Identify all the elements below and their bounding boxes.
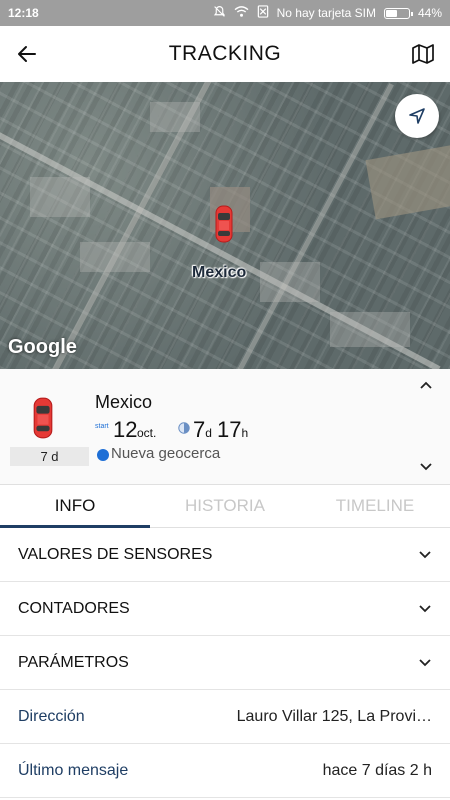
car-icon bbox=[33, 397, 53, 439]
map-building bbox=[30, 177, 90, 217]
geofence-label: Nueva geocerca bbox=[111, 445, 221, 462]
status-bar: 12:18 No hay tarjeta SIM 44% bbox=[0, 0, 450, 26]
map-view[interactable]: Mexico Google bbox=[0, 82, 450, 369]
duration-hours-unit: h bbox=[241, 426, 249, 440]
battery-percent: 44% bbox=[417, 6, 442, 20]
detail-last-message: Último mensaje hace 7 días 2 h bbox=[0, 744, 450, 798]
section-label: PARÁMETROS bbox=[18, 653, 129, 671]
detail-address: Dirección Lauro Villar 125, La Provi… bbox=[0, 690, 450, 744]
map-field bbox=[365, 144, 450, 220]
collapse-button[interactable] bbox=[416, 375, 436, 395]
chevron-down-icon bbox=[418, 602, 432, 616]
section-counters[interactable]: CONTADORES bbox=[0, 582, 450, 636]
section-label: CONTADORES bbox=[18, 599, 130, 617]
google-logo: Google bbox=[8, 336, 77, 358]
chevron-down-icon bbox=[420, 463, 432, 471]
battery-icon bbox=[383, 7, 413, 19]
duration-clock-icon bbox=[178, 422, 190, 434]
duration-hours-value: 17 bbox=[217, 417, 242, 442]
geofence-dot-icon bbox=[97, 449, 109, 461]
section-parameters[interactable]: PARÁMETROS bbox=[0, 636, 450, 690]
status-time: 12:18 bbox=[8, 6, 39, 20]
map-building bbox=[330, 312, 410, 347]
vehicle-summary-card[interactable]: 7 d Mexico start 12 oct. 7d 17h Nueva ge… bbox=[0, 369, 450, 485]
chevron-down-icon bbox=[418, 548, 432, 562]
tab-bar: INFO HISTORIA TIMELINE bbox=[0, 486, 450, 528]
duration-days-unit: d bbox=[205, 426, 212, 440]
tab-info[interactable]: INFO bbox=[0, 486, 150, 528]
page-title: TRACKING bbox=[168, 42, 282, 65]
map-building bbox=[80, 242, 150, 272]
mute-icon bbox=[213, 5, 226, 21]
section-sensor-values[interactable]: VALORES DE SENSORES bbox=[0, 528, 450, 582]
section-label: VALORES DE SENSORES bbox=[18, 545, 213, 563]
chevron-down-icon bbox=[418, 656, 432, 670]
map-building bbox=[150, 102, 200, 132]
duration-days: 7d bbox=[193, 417, 212, 443]
start-label: start bbox=[95, 423, 109, 430]
no-sim-icon bbox=[257, 5, 269, 21]
sim-status-text: No hay tarjeta SIM bbox=[276, 6, 376, 20]
app-header: TRACKING bbox=[0, 26, 450, 82]
status-icons: No hay tarjeta SIM 44% bbox=[213, 5, 442, 21]
start-day: 12 bbox=[113, 417, 138, 442]
detail-value: Lauro Villar 125, La Provi… bbox=[236, 707, 432, 725]
wifi-icon bbox=[234, 5, 249, 21]
tab-historia[interactable]: HISTORIA bbox=[150, 486, 300, 527]
car-marker-icon[interactable] bbox=[214, 204, 234, 244]
vehicle-name: Mexico bbox=[95, 392, 153, 412]
navigation-arrow-icon bbox=[409, 108, 425, 124]
map-icon bbox=[412, 44, 434, 64]
my-location-button[interactable] bbox=[395, 94, 439, 138]
tab-timeline[interactable]: TIMELINE bbox=[300, 486, 450, 527]
map-place-label: Mexico bbox=[192, 264, 247, 281]
detail-key: Dirección bbox=[18, 707, 85, 725]
arrow-left-icon bbox=[18, 46, 36, 62]
map-building bbox=[260, 262, 320, 302]
detail-value: hace 7 días 2 h bbox=[322, 761, 432, 779]
duration-hours: 17h bbox=[217, 417, 248, 443]
expand-button[interactable] bbox=[416, 457, 436, 477]
back-button[interactable] bbox=[0, 26, 54, 82]
age-badge: 7 d bbox=[10, 447, 89, 466]
start-month: oct. bbox=[137, 426, 157, 440]
detail-key: Último mensaje bbox=[18, 761, 129, 779]
chevron-up-icon bbox=[420, 381, 432, 389]
duration-days-value: 7 bbox=[193, 417, 206, 442]
map-view-button[interactable] bbox=[396, 26, 450, 82]
